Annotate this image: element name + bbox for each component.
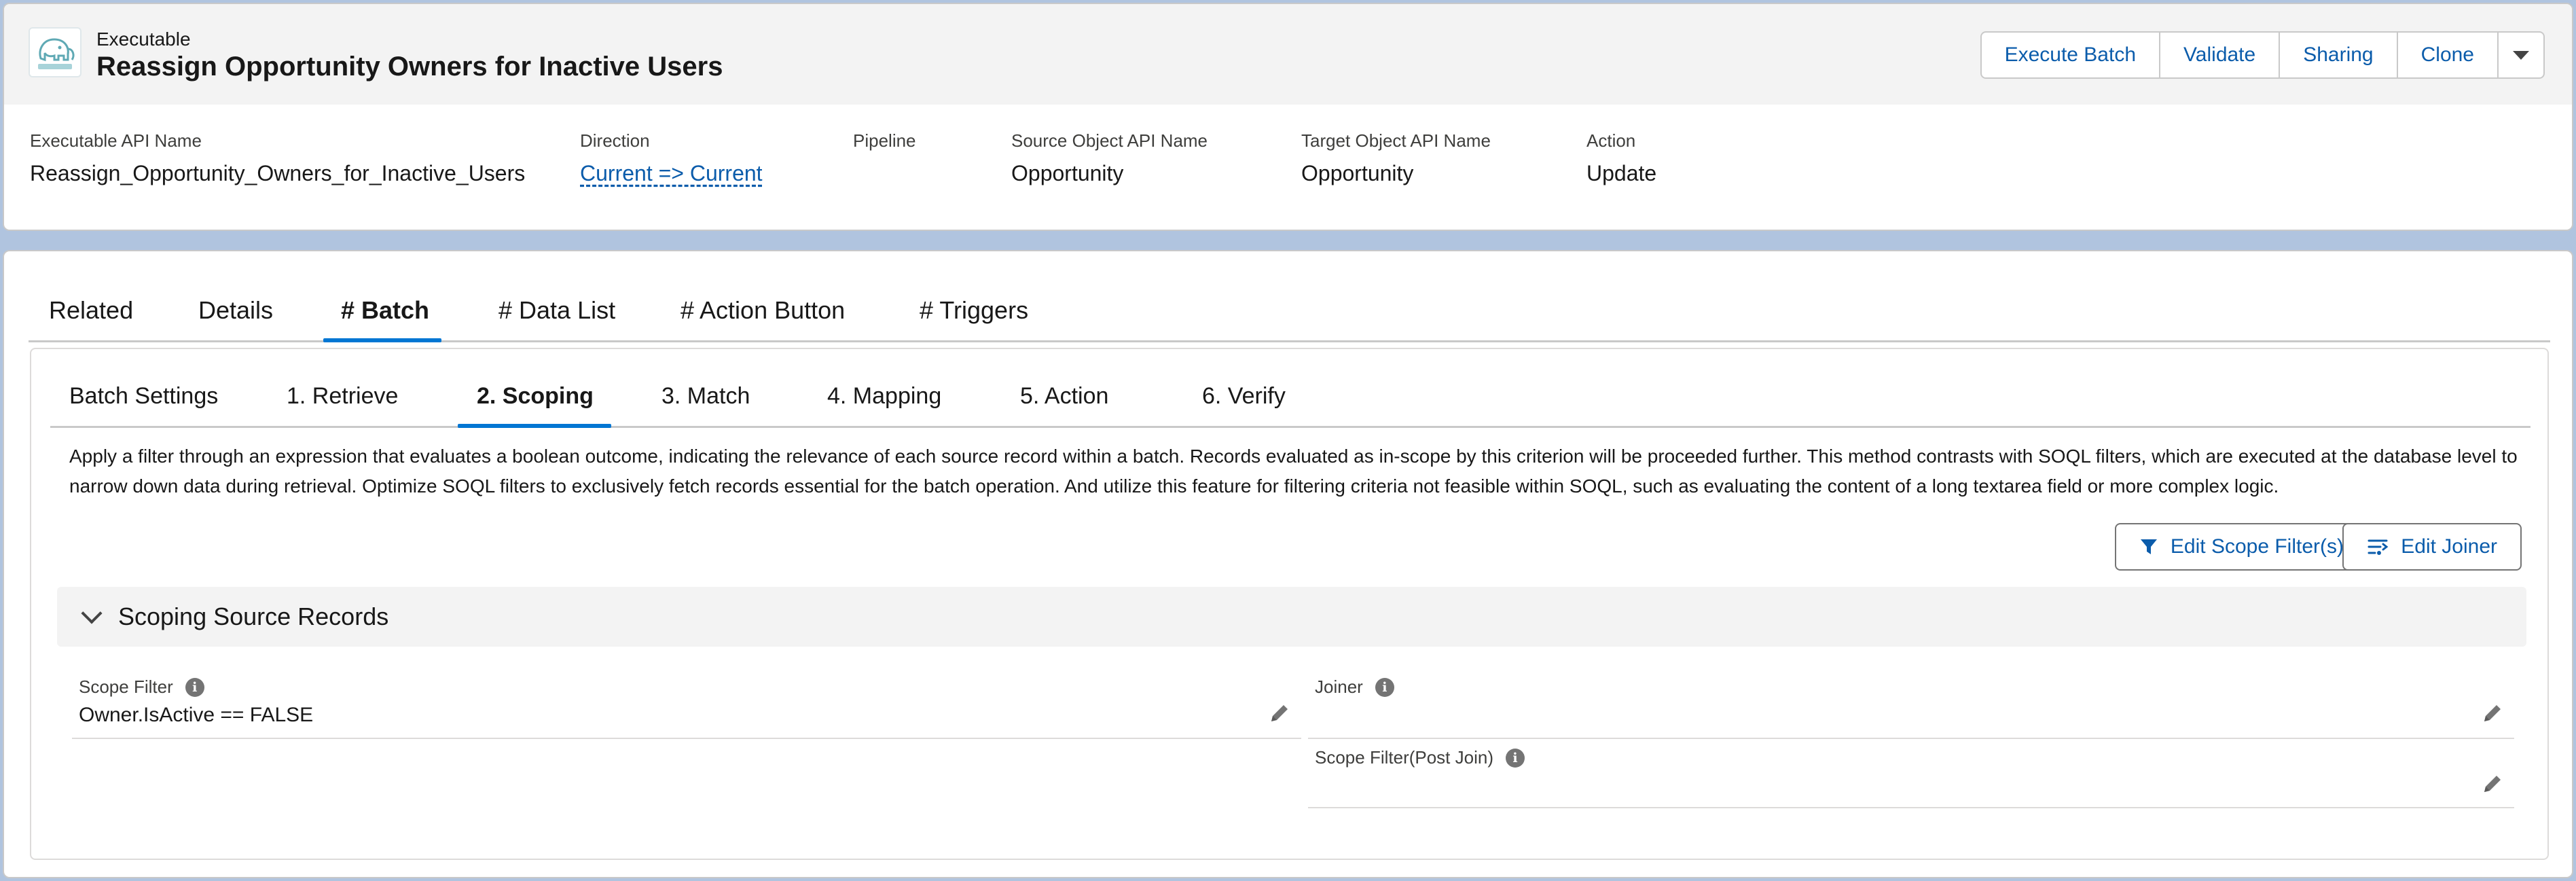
info-icon[interactable]: i	[1375, 677, 1394, 697]
clone-button[interactable]: Clone	[2396, 31, 2499, 79]
scoping-section-header[interactable]: Scoping Source Records	[57, 587, 2526, 647]
subtab-batch-settings[interactable]: Batch Settings	[69, 383, 218, 410]
highlight-action: Action Update	[1586, 130, 1656, 186]
scope-filter-label: Scope Filter	[79, 677, 173, 697]
active-subtab-indicator	[458, 424, 611, 428]
highlight-value: Update	[1586, 161, 1657, 185]
section-title: Scoping Source Records	[118, 603, 389, 630]
scope-filter-value: Owner.IsActive == FALSE	[79, 704, 314, 726]
scope-filter-post-join-field: Scope Filter(Post Join) i	[1308, 747, 2514, 808]
edit-joiner-label: Edit Joiner	[2401, 535, 2497, 558]
subtab-verify[interactable]: 6. Verify	[1202, 383, 1286, 410]
header-button-group: Execute Batch Validate Sharing Clone	[1980, 31, 2545, 79]
highlight-label: Executable API Name	[30, 130, 202, 151]
tab-data-list[interactable]: # Data List	[498, 283, 615, 342]
highlight-value: Opportunity	[1301, 161, 1414, 185]
subtab-mapping[interactable]: 4. Mapping	[827, 383, 941, 410]
edit-pencil-icon[interactable]	[1267, 701, 1292, 725]
record-header-top: Executable Reassign Opportunity Owners f…	[4, 4, 2572, 105]
info-icon[interactable]: i	[1505, 748, 1525, 768]
tab-related[interactable]: Related	[49, 283, 133, 342]
tab-action-button[interactable]: # Action Button	[681, 283, 845, 342]
active-tab-indicator	[323, 338, 441, 342]
joiner-label-wrap: Joiner i	[1315, 677, 1394, 698]
sharing-button[interactable]: Sharing	[2279, 31, 2398, 79]
highlight-direction: Direction Current => Current	[580, 130, 763, 186]
edit-pencil-icon[interactable]	[2480, 701, 2505, 725]
joiner-label: Joiner	[1315, 677, 1363, 697]
subtab-match[interactable]: 3. Match	[661, 383, 750, 410]
tab-batch[interactable]: # Batch	[341, 283, 429, 342]
subtab-action[interactable]: 5. Action	[1020, 383, 1108, 410]
batch-panel: Batch Settings 1. Retrieve 2. Scoping 3.…	[30, 348, 2549, 860]
edit-joiner-button[interactable]: Edit Joiner	[2342, 523, 2522, 571]
subtab-retrieve[interactable]: 1. Retrieve	[287, 383, 398, 410]
scope-filter-field: Scope Filter i Owner.IsActive == FALSE	[72, 677, 1301, 739]
edit-pencil-icon[interactable]	[2480, 772, 2505, 796]
validate-button[interactable]: Validate	[2159, 31, 2281, 79]
tab-triggers[interactable]: # Triggers	[920, 283, 1028, 342]
info-icon[interactable]: i	[185, 677, 204, 697]
chevron-down-icon	[81, 603, 103, 624]
object-type-label: Executable	[96, 29, 191, 50]
subtab-scoping[interactable]: 2. Scoping	[477, 383, 594, 410]
direction-link[interactable]: Current => Current	[580, 161, 763, 186]
filter-icon	[2140, 539, 2157, 554]
highlight-label: Target Object API Name	[1301, 130, 1491, 151]
scoping-description: Apply a filter through an expression tha…	[69, 446, 2518, 497]
highlight-label: Pipeline	[853, 130, 916, 151]
edit-scope-filter-label: Edit Scope Filter(s)	[2170, 535, 2344, 558]
joiner-field: Joiner i	[1308, 677, 2514, 739]
joiner-icon	[2368, 539, 2389, 555]
execute-batch-button[interactable]: Execute Batch	[1980, 31, 2161, 79]
scope-filter-label-wrap: Scope Filter i	[79, 677, 204, 698]
record-tabs: Related Details # Batch # Data List # Ac…	[29, 283, 2550, 342]
highlight-api-name: Executable API Name Reassign_Opportunity…	[30, 130, 525, 186]
highlight-label: Action	[1586, 130, 1636, 151]
highlight-target-object: Target Object API Name Opportunity	[1301, 130, 1491, 186]
more-actions-button[interactable]	[2497, 31, 2545, 79]
record-header-card: Executable Reassign Opportunity Owners f…	[3, 3, 2573, 231]
scope-filter-post-join-label: Scope Filter(Post Join)	[1315, 747, 1493, 768]
highlight-label: Source Object API Name	[1011, 130, 1208, 151]
highlight-source-object: Source Object API Name Opportunity	[1011, 130, 1208, 186]
elephant-logo-icon	[29, 27, 81, 77]
record-title: Reassign Opportunity Owners for Inactive…	[96, 52, 723, 82]
record-body-card: Related Details # Batch # Data List # Ac…	[3, 250, 2573, 878]
highlight-value: Opportunity	[1011, 161, 1124, 185]
edit-scope-filter-button[interactable]: Edit Scope Filter(s)	[2114, 523, 2368, 571]
chevron-down-icon	[2513, 50, 2529, 60]
scope-filter-post-join-label-wrap: Scope Filter(Post Join) i	[1315, 747, 1525, 768]
batch-subtabs: Batch Settings 1. Retrieve 2. Scoping 3.…	[50, 374, 2530, 428]
highlight-value: Reassign_Opportunity_Owners_for_Inactive…	[30, 161, 526, 185]
tab-details[interactable]: Details	[198, 283, 273, 342]
highlight-label: Direction	[580, 130, 650, 151]
highlight-pipeline: Pipeline	[853, 130, 916, 161]
